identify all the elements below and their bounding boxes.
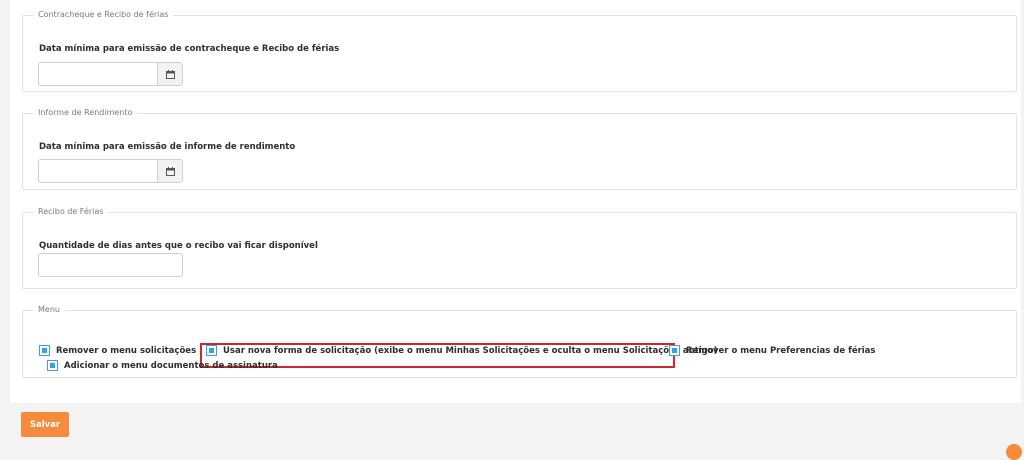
recibo-legend: Recibo de Férias — [38, 207, 104, 216]
option-label: Remover o menu solicitações — [56, 345, 197, 356]
checkbox[interactable] — [669, 345, 680, 356]
option-label: Adicionar o menu documentos de assinatur… — [64, 360, 278, 371]
save-button[interactable]: Salvar — [21, 412, 69, 437]
settings-panel: Contracheque e Recibo de férias Data mín… — [10, 0, 1021, 403]
informe-date-input[interactable] — [38, 159, 183, 183]
option-nova-solicitacao[interactable]: Usar nova forma de solicitação (exibe o … — [206, 345, 717, 356]
option-label: Remover o menu Preferencias de férias — [686, 345, 876, 356]
recibo-days-label: Quantidade de dias antes que o recibo va… — [39, 241, 318, 251]
calendar-icon — [165, 69, 175, 79]
option-label: Usar nova forma de solicitação (exibe o … — [223, 345, 718, 356]
option-remover-preferencias[interactable]: Remover o menu Preferencias de férias — [669, 345, 875, 356]
informe-fieldset: Informe de Rendimento Data mínima para e… — [22, 108, 1017, 190]
contracheque-calendar-button[interactable] — [157, 63, 182, 85]
menu-fieldset: Menu Remover o menu solicitações Usar no… — [22, 305, 1017, 378]
checkbox[interactable] — [206, 345, 217, 356]
calendar-icon — [165, 166, 175, 176]
checkbox[interactable] — [39, 345, 50, 356]
informe-calendar-button[interactable] — [157, 160, 182, 182]
informe-date-label: Data mínima para emissão de informe de r… — [39, 142, 296, 152]
contracheque-date-input[interactable] — [38, 62, 183, 86]
notification-dot[interactable] — [1006, 444, 1022, 460]
recibo-fieldset: Recibo de Férias Quantidade de dias ante… — [22, 207, 1017, 289]
checkbox[interactable] — [47, 360, 58, 371]
option-remover-solicitacoes[interactable]: Remover o menu solicitações — [39, 345, 196, 356]
informe-legend: Informe de Rendimento — [38, 108, 133, 117]
menu-legend: Menu — [38, 305, 60, 314]
recibo-days-input[interactable] — [38, 253, 183, 277]
contracheque-legend: Contracheque e Recibo de férias — [38, 10, 169, 19]
contracheque-date-label: Data mínima para emissão de contracheque… — [39, 44, 340, 54]
contracheque-fieldset: Contracheque e Recibo de férias Data mín… — [22, 10, 1017, 92]
option-documentos-assinatura[interactable]: Adicionar o menu documentos de assinatur… — [47, 360, 278, 371]
form-footer — [10, 404, 1021, 446]
